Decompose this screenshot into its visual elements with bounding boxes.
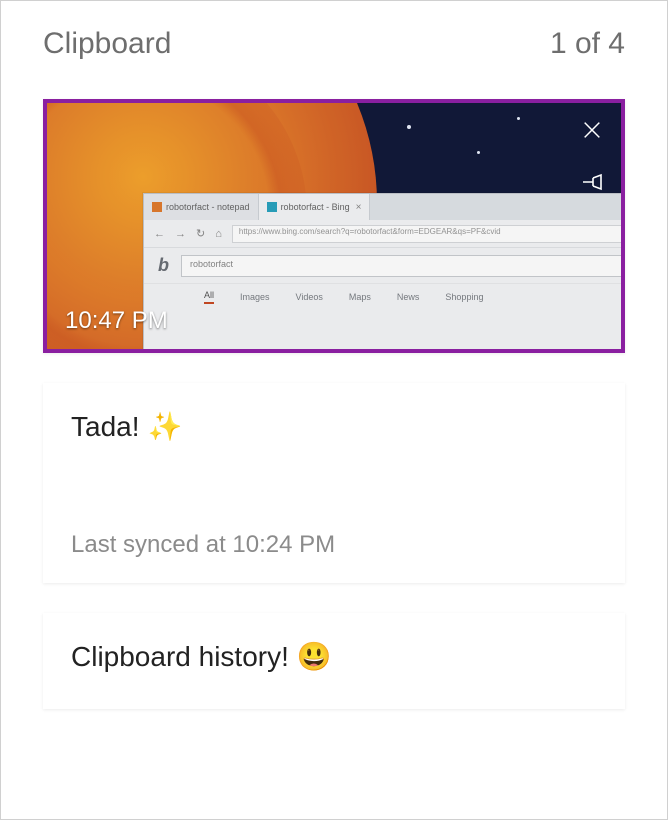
grinning-emoji: 😃 (297, 643, 332, 671)
item-actions (577, 115, 607, 197)
clipboard-panel: Clipboard 1 of 4 robotorfact - notepad r… (1, 1, 667, 819)
panel-header: Clipboard 1 of 4 (1, 1, 667, 71)
pin-icon (580, 170, 604, 194)
sync-status: Last synced at 10:24 PM (71, 461, 597, 559)
sparkles-emoji: ✨ (148, 413, 183, 441)
clipboard-item-image[interactable]: robotorfact - notepad robotorfact - Bing… (43, 99, 625, 353)
item-position: 1 of 4 (550, 27, 625, 61)
item-timestamp: 10:47 PM (65, 307, 168, 335)
clipboard-text-content: Tada! ✨ (71, 411, 597, 443)
clipboard-list[interactable]: robotorfact - notepad robotorfact - Bing… (1, 71, 667, 819)
clipboard-item-text[interactable]: Tada! ✨ Last synced at 10:24 PM (43, 383, 625, 583)
pin-item-button[interactable] (577, 167, 607, 197)
clipboard-item-text[interactable]: Clipboard history! 😃 (43, 613, 625, 709)
clipboard-text-content: Clipboard history! 😃 (71, 641, 597, 673)
close-icon (581, 119, 603, 141)
panel-title: Clipboard (43, 27, 171, 61)
browser-window-preview: robotorfact - notepad robotorfact - Bing… (143, 193, 625, 353)
delete-item-button[interactable] (577, 115, 607, 145)
